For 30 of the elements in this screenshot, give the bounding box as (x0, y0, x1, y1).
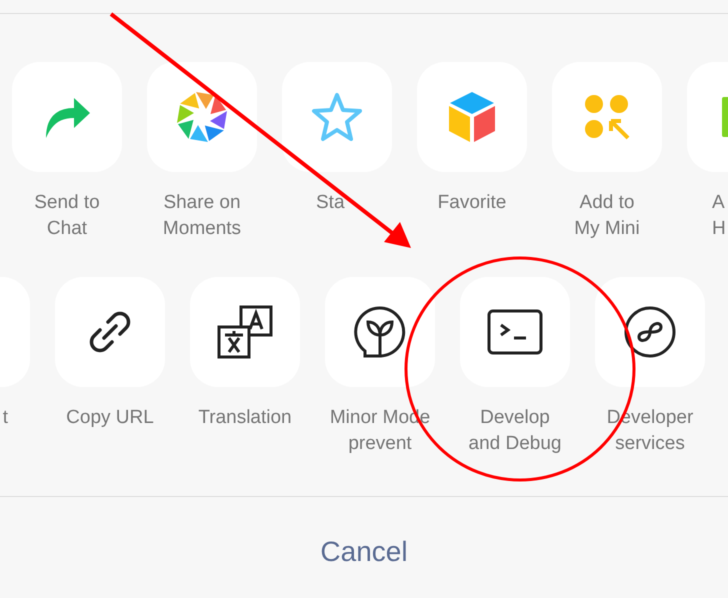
action-label: t (2, 406, 9, 430)
cancel-button[interactable]: Cancel (304, 526, 424, 576)
cube-icon (446, 90, 498, 144)
action-tile[interactable] (325, 277, 435, 387)
action-label: Send to Chat (33, 191, 101, 241)
action-label: Translation (197, 406, 293, 430)
action-tile[interactable] (460, 277, 570, 387)
action-tile[interactable] (12, 62, 122, 172)
action-label: Share on Moments (162, 191, 242, 241)
terminal-icon (487, 309, 543, 355)
action-tile[interactable] (190, 277, 300, 387)
action-tile[interactable] (552, 62, 662, 172)
action-tile[interactable] (417, 62, 527, 172)
action-label: Develop and Debug (468, 406, 562, 456)
action-label: Copy URL (65, 406, 155, 430)
action-tile[interactable] (147, 62, 257, 172)
translate-icon (217, 305, 273, 359)
action-tile[interactable] (595, 277, 705, 387)
action-label: A H (711, 191, 727, 241)
action-tile[interactable] (282, 62, 392, 172)
bar-icon (722, 97, 728, 137)
sprout-icon (353, 305, 407, 359)
aperture-icon (175, 90, 229, 144)
apps-arrow-icon (583, 93, 631, 141)
action-label: Add to My Mini (573, 191, 641, 241)
star-icon (310, 91, 364, 143)
action-tile[interactable] (55, 277, 165, 387)
action-label: Sta (315, 191, 346, 215)
action-label: Favorite (436, 191, 508, 215)
infinity-loop-icon (623, 305, 677, 359)
